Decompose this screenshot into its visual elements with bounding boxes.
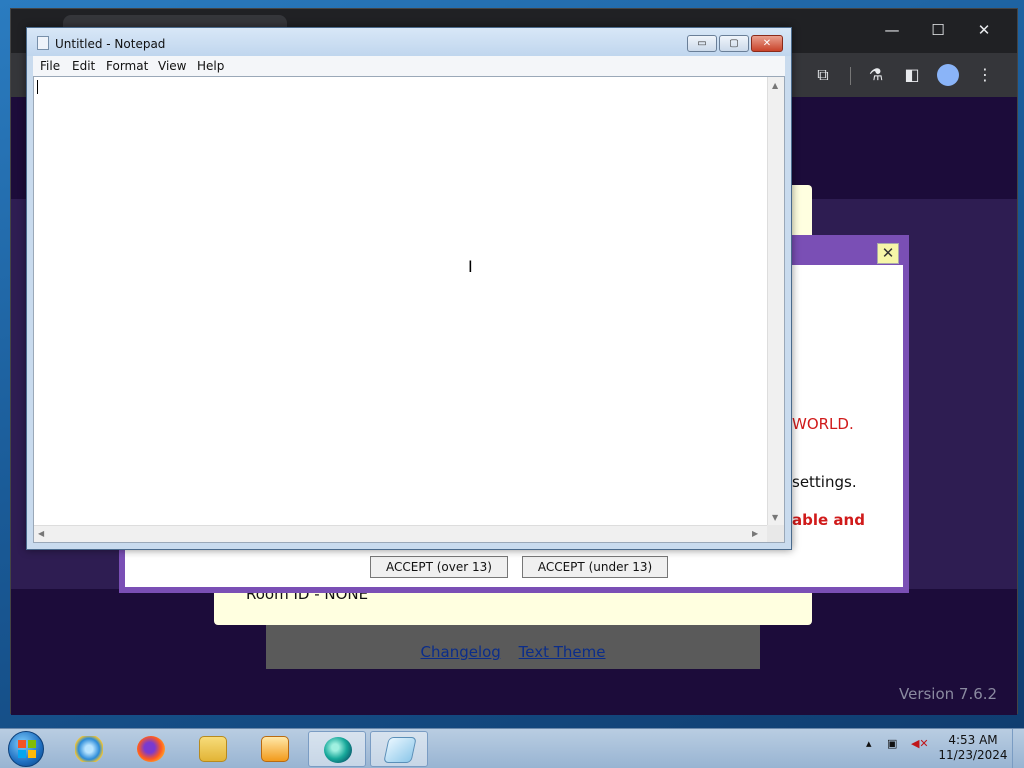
scroll-right-icon[interactable]: ▶ [752, 529, 758, 538]
system-tray: ▴ ▣ ◀✕ [866, 737, 929, 750]
menu-view[interactable]: View [158, 59, 186, 73]
taskbar-firefox[interactable] [122, 731, 180, 767]
clock-date: 11/23/2024 [938, 748, 1008, 762]
toolbar-separator [850, 67, 851, 85]
menu-format[interactable]: Format [106, 59, 148, 73]
browser-app-icon [324, 737, 352, 763]
accept-under-13-button[interactable]: ACCEPT (under 13) [522, 556, 668, 578]
taskbar-media-player[interactable] [246, 731, 304, 767]
extensions-icon[interactable]: ⧉ [812, 64, 834, 86]
modal-text-settings: settings. [792, 473, 857, 491]
notepad-taskbar-icon [383, 737, 417, 763]
labs-icon[interactable]: ⚗ [865, 64, 887, 86]
volume-muted-icon[interactable]: ◀✕ [911, 737, 929, 750]
clock-time: 4:53 AM [948, 733, 998, 747]
notepad-close-button[interactable]: ✕ [751, 35, 783, 52]
scroll-down-icon[interactable]: ▼ [772, 513, 778, 522]
accept-over-13-button[interactable]: ACCEPT (over 13) [370, 556, 508, 578]
profile-avatar-icon[interactable] [937, 64, 959, 86]
browser-maximize-button[interactable]: ☐ [925, 19, 951, 41]
show-hidden-icons-icon[interactable]: ▴ [866, 737, 872, 750]
ibeam-cursor-icon: I [468, 257, 473, 276]
clock[interactable]: 4:53 AM 11/23/2024 [938, 733, 1008, 763]
desktop: — ☐ ✕ ⧉ ⚗ ◧ ⋮ Room ID - NONE ✕ WORLD. se… [0, 0, 1024, 728]
side-panel-icon[interactable]: ◧ [901, 64, 923, 86]
size-grip[interactable] [767, 525, 784, 542]
horizontal-scrollbar[interactable]: ◀ ▶ [34, 525, 768, 542]
browser-minimize-button[interactable]: — [879, 19, 905, 41]
notepad-window: Untitled - Notepad ▭ ▢ ✕ File Edit Forma… [26, 27, 792, 550]
media-player-icon [261, 736, 289, 762]
browser-close-button[interactable]: ✕ [971, 19, 997, 41]
taskbar-browser-app[interactable] [308, 731, 366, 767]
menu-help[interactable]: Help [197, 59, 224, 73]
folder-icon [199, 736, 227, 762]
menu-file[interactable]: File [40, 59, 60, 73]
windows-logo-icon [18, 740, 36, 758]
modal-text-world: WORLD. [792, 415, 854, 433]
notepad-app-icon [37, 36, 49, 50]
internet-explorer-icon [75, 736, 103, 762]
menu-edit[interactable]: Edit [72, 59, 95, 73]
changelog-link[interactable]: Changelog [421, 643, 501, 661]
firefox-icon [137, 736, 165, 762]
notepad-title: Untitled - Notepad [55, 37, 166, 51]
modal-text-warning: able and [792, 511, 865, 529]
taskbar-internet-explorer[interactable] [60, 731, 118, 767]
modal-close-button[interactable]: ✕ [877, 243, 899, 264]
start-button[interactable] [8, 731, 44, 767]
vertical-scrollbar[interactable]: ▲ ▼ [767, 77, 784, 527]
notepad-menubar: File Edit Format View Help [33, 56, 785, 76]
scroll-left-icon[interactable]: ◀ [38, 529, 44, 538]
network-icon[interactable]: ▣ [887, 737, 897, 750]
text-caret [37, 80, 38, 94]
taskbar-notepad[interactable] [370, 731, 428, 767]
taskbar-file-explorer[interactable] [184, 731, 242, 767]
notepad-maximize-button[interactable]: ▢ [719, 35, 749, 52]
show-desktop-button[interactable] [1012, 729, 1024, 768]
text-theme-link[interactable]: Text Theme [519, 643, 606, 661]
notepad-text-area[interactable]: ▲ ▼ ◀ ▶ [33, 76, 785, 543]
notepad-minimize-button[interactable]: ▭ [687, 35, 717, 52]
notepad-titlebar[interactable]: Untitled - Notepad ▭ ▢ ✕ [27, 28, 791, 56]
version-label: Version 7.6.2 [899, 685, 998, 703]
more-menu-icon[interactable]: ⋮ [974, 64, 996, 86]
footer-links: Changelog Text Theme [266, 625, 760, 669]
taskbar: ▴ ▣ ◀✕ 4:53 AM 11/23/2024 [0, 728, 1024, 768]
scroll-up-icon[interactable]: ▲ [772, 81, 778, 90]
